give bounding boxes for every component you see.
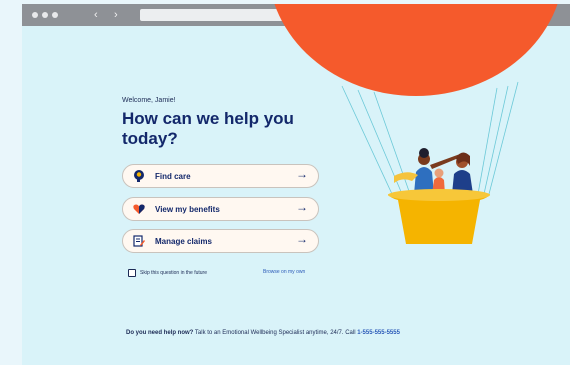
balloon-passengers [394,148,473,194]
arrow-right-icon: → [296,232,308,246]
help-prefix: Do you need help now? [126,330,194,336]
checkbox-box[interactable] [128,269,136,277]
back-button[interactable]: ‹ [94,8,98,22]
balloon-basket [388,194,490,244]
browse-on-my-own-link[interactable]: Browse on my own [263,269,305,275]
basket-rim [388,189,490,201]
heart-icon [133,204,145,214]
help-message: Do you need help now? Talk to an Emotion… [126,330,400,336]
arrow-right-icon: → [296,200,308,214]
forward-button[interactable]: › [114,8,118,22]
window-minimize-dot[interactable] [42,12,48,18]
phone-link[interactable]: 1-555-555-5555 [357,330,400,336]
head-icon [134,170,144,182]
manage-claims-label: Manage claims [155,237,212,246]
hot-air-balloon-illustration [341,81,519,244]
window-maximize-dot[interactable] [52,12,58,18]
page-title: How can we help you today? [122,109,294,148]
help-text: Talk to an Emotional Wellbeing Specialis… [193,330,358,336]
page-content: Welcome, Jamie! How can we help you toda… [22,4,570,365]
view-benefits-label: View my benefits [155,205,220,214]
browser-window: ‹ › Welcome, Jamie! How can we help you … [22,4,570,365]
skip-question-label: Skip this question in the future [140,270,207,276]
arrow-right-icon: → [296,167,308,181]
manage-claims-button[interactable]: Manage claims → [122,229,319,253]
skip-question-checkbox[interactable]: Skip this question in the future [128,269,207,277]
claims-document-icon [133,235,145,247]
welcome-text: Welcome, Jamie! [122,97,176,104]
window-close-dot[interactable] [32,12,38,18]
find-care-button[interactable]: Find care → [122,164,319,188]
view-benefits-button[interactable]: View my benefits → [122,197,319,221]
find-care-label: Find care [155,172,191,181]
